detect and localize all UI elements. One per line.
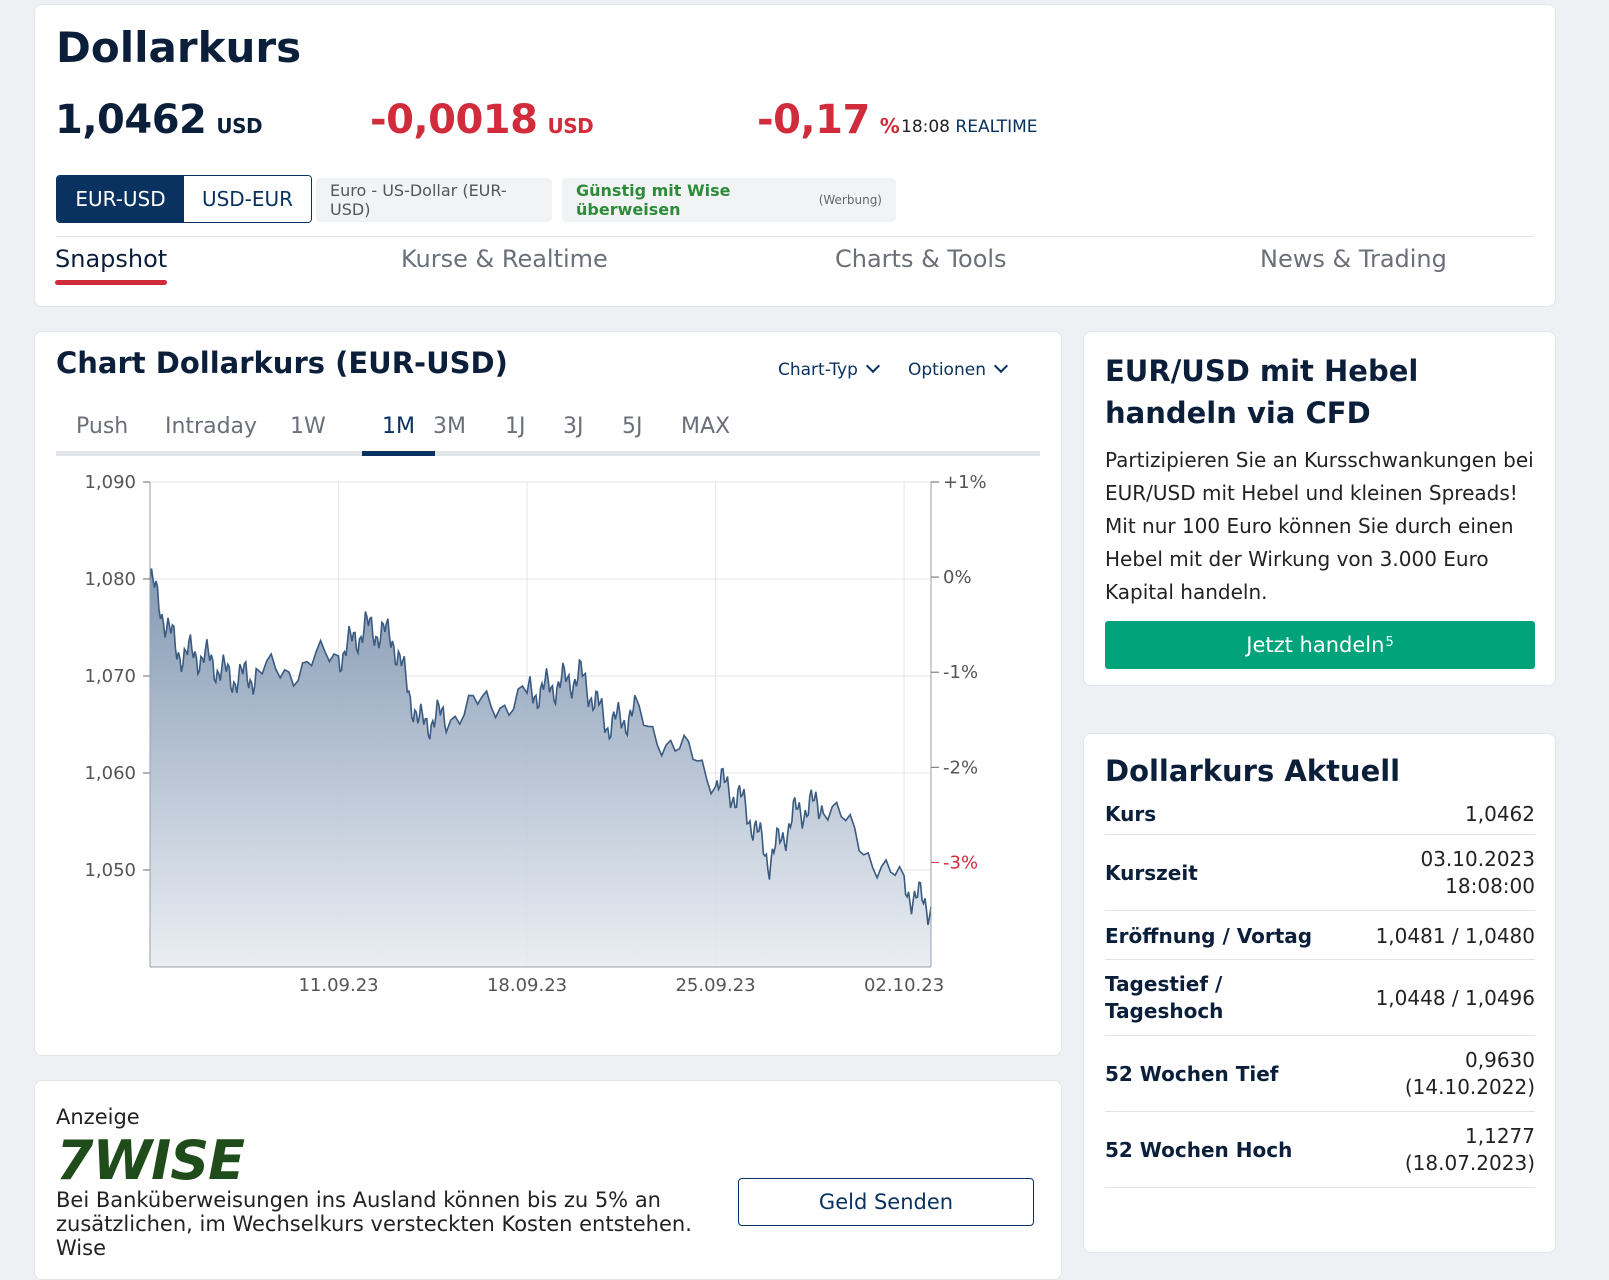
price-area bbox=[150, 568, 931, 967]
chevron-down-icon bbox=[865, 358, 880, 374]
realtime-label: REALTIME bbox=[955, 117, 1038, 137]
row-value: 1,0462 bbox=[1465, 802, 1535, 826]
row-key: Kurs bbox=[1105, 802, 1157, 826]
x-tick-label: 02.10.23 bbox=[864, 975, 944, 996]
geld-senden-button[interactable]: Geld Senden bbox=[738, 1178, 1034, 1226]
tab-snapshot[interactable]: Snapshot bbox=[55, 245, 168, 285]
chevron-down-icon bbox=[993, 358, 1009, 374]
row-value: 0,9630 bbox=[1465, 1048, 1535, 1072]
price-chart: 1,090 1,080 1,070 1,060 1,050 11.09.23 18.09.2… bbox=[84, 472, 987, 996]
wise-logo[interactable]: 7WISE bbox=[56, 1129, 245, 1192]
x-tick-label: 11.09.23 bbox=[298, 975, 378, 996]
currency-direction-toggle: EUR-USD USD-EUR bbox=[56, 175, 312, 223]
header-card: Dollarkurs 1,0462 USD -0,0018 USD -0,17% 1… bbox=[34, 4, 1556, 307]
change-pct-unit: % bbox=[879, 114, 900, 138]
table-row: Kurszeit 03.10.2023 18:08:00 bbox=[1105, 835, 1535, 911]
row-value-secondary: (14.10.2022) bbox=[1404, 1075, 1535, 1099]
y2-tick-label: -2% bbox=[943, 757, 978, 778]
wise-chip-note: (Werbung) bbox=[818, 193, 882, 207]
pair-chip[interactable]: Euro - US-Dollar (EUR-USD) bbox=[316, 178, 552, 222]
y2-tick-label: +1% bbox=[943, 472, 987, 493]
jetzt-handeln-button[interactable]: Jetzt handeln 5 bbox=[1105, 621, 1535, 669]
row-value: 1,1277 bbox=[1465, 1124, 1535, 1148]
row-key: Tagestief / bbox=[1105, 972, 1223, 996]
tab-news-trading[interactable]: News & Trading bbox=[1260, 245, 1447, 273]
range-intraday[interactable]: Intraday bbox=[165, 414, 257, 439]
price-value: 1,0462 bbox=[55, 97, 207, 143]
ad-label: Anzeige bbox=[56, 1105, 140, 1129]
row-key: 52 Wochen Hoch bbox=[1105, 1138, 1293, 1162]
y2-tick-label: 0% bbox=[943, 567, 972, 588]
y-tick-label: 1,060 bbox=[84, 763, 136, 784]
x-tick-label: 25.09.23 bbox=[675, 975, 755, 996]
row-value: 1,0448 / 1,0496 bbox=[1375, 986, 1535, 1010]
y-tick-label: 1,050 bbox=[84, 860, 136, 881]
wise-chip-label: Günstig mit Wise überweisen bbox=[576, 181, 731, 219]
options-dropdown[interactable]: Optionen bbox=[908, 358, 1009, 380]
change-abs-value: -0,0018 bbox=[370, 97, 538, 143]
table-row: Kurs 1,0462 bbox=[1105, 796, 1535, 835]
active-range-indicator bbox=[362, 451, 435, 456]
range-1w[interactable]: 1W bbox=[290, 414, 326, 439]
current-price: 1,0462 USD bbox=[55, 97, 263, 143]
cfd-text: Partizipieren Sie an Kursschwankungen be… bbox=[1105, 448, 1534, 604]
y2-tick-label: -3% bbox=[943, 852, 978, 873]
jetzt-handeln-label: Jetzt handeln bbox=[1246, 633, 1385, 657]
range-3m[interactable]: 3M bbox=[433, 414, 466, 439]
range-push[interactable]: Push bbox=[76, 414, 128, 439]
quote-time: 18:08 bbox=[901, 117, 950, 137]
range-tabs: Push Intraday 1W 1M 3M 1J 3J 5J MAX bbox=[56, 404, 1040, 456]
table-row: 52 Wochen Hoch 1,1277 (18.07.2023) bbox=[1105, 1112, 1535, 1188]
dollarkurs-aktuell-card: Dollarkurs Aktuell Kurs 1,0462 Kurszeit … bbox=[1083, 733, 1556, 1253]
tab-kurse-realtime[interactable]: Kurse & Realtime bbox=[401, 245, 608, 273]
ad-card: Anzeige 7WISE Bei Banküberweisungen ins … bbox=[34, 1080, 1062, 1280]
row-key: Kurszeit bbox=[1105, 861, 1198, 885]
change-pct-value: -0,17 bbox=[757, 97, 870, 143]
chart-type-dropdown[interactable]: Chart-Typ bbox=[778, 358, 880, 380]
y-tick-label: 1,080 bbox=[84, 569, 136, 590]
range-max[interactable]: MAX bbox=[681, 414, 730, 439]
wise-promo-chip[interactable]: Günstig mit Wise überweisen (Werbung) bbox=[562, 178, 896, 222]
x-tick-label: 18.09.23 bbox=[487, 975, 567, 996]
range-5j[interactable]: 5J bbox=[622, 414, 643, 439]
realtime-info: 18:08 REALTIME bbox=[901, 117, 1038, 137]
toggle-eur-usd[interactable]: EUR-USD bbox=[57, 176, 184, 222]
price-unit: USD bbox=[216, 114, 263, 138]
cfd-title: EUR/USD mit Hebel handeln via CFD bbox=[1105, 354, 1419, 430]
table-row: Tagestief / Tageshoch 1,0448 / 1,0496 bbox=[1105, 960, 1535, 1036]
cfd-card: EUR/USD mit Hebel handeln via CFD Partiz… bbox=[1083, 331, 1556, 686]
range-3j[interactable]: 3J bbox=[563, 414, 584, 439]
change-absolute: -0,0018 USD bbox=[370, 97, 594, 143]
table-row: Eröffnung / Vortag 1,0481 / 1,0480 bbox=[1105, 911, 1535, 960]
row-key-secondary: Tageshoch bbox=[1105, 999, 1224, 1023]
options-label: Optionen bbox=[908, 360, 986, 380]
row-value: 03.10.2023 bbox=[1420, 847, 1535, 871]
row-key: 52 Wochen Tief bbox=[1105, 1062, 1279, 1086]
chart-title: Chart Dollarkurs (EUR-USD) bbox=[56, 346, 508, 380]
range-1j[interactable]: 1J bbox=[505, 414, 526, 439]
row-key: Eröffnung / Vortag bbox=[1105, 924, 1313, 948]
range-1m[interactable]: 1M bbox=[362, 414, 435, 439]
footnote-marker: 5 bbox=[1385, 634, 1394, 650]
y2-tick-label: -1% bbox=[943, 662, 978, 683]
row-value: 1,0481 / 1,0480 bbox=[1375, 924, 1535, 948]
header-divider bbox=[56, 236, 1534, 237]
table-row: 52 Wochen Tief 0,9630 (14.10.2022) bbox=[1105, 1036, 1535, 1112]
chart-card: Chart Dollarkurs (EUR-USD) Chart-Typ Opt… bbox=[34, 331, 1062, 1056]
table-title: Dollarkurs Aktuell bbox=[1105, 754, 1401, 788]
ad-text: Bei Banküberweisungen ins Ausland können… bbox=[56, 1188, 692, 1260]
tab-charts-tools[interactable]: Charts & Tools bbox=[835, 245, 1007, 273]
row-value-secondary: (18.07.2023) bbox=[1404, 1151, 1535, 1175]
page-title: Dollarkurs bbox=[56, 23, 302, 72]
y-tick-label: 1,070 bbox=[84, 666, 136, 687]
chart-type-label: Chart-Typ bbox=[778, 360, 858, 380]
row-value-secondary: 18:08:00 bbox=[1445, 874, 1535, 898]
change-abs-unit: USD bbox=[547, 114, 594, 138]
toggle-usd-eur[interactable]: USD-EUR bbox=[184, 176, 311, 222]
change-percent: -0,17% bbox=[757, 97, 900, 143]
y-tick-label: 1,090 bbox=[84, 472, 136, 493]
